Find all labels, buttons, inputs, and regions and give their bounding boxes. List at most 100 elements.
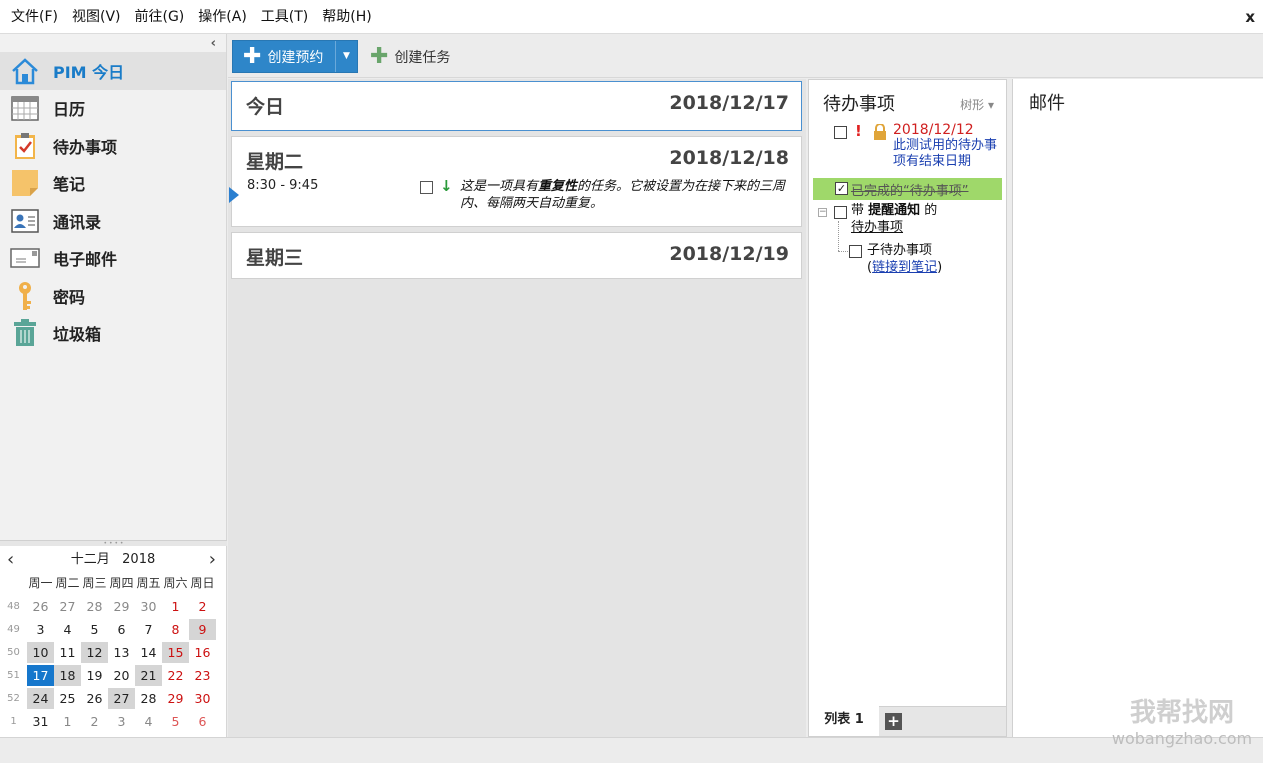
email-icon xyxy=(10,244,40,272)
sidebar-item-pim-today[interactable]: PIM 今日 xyxy=(0,52,226,90)
weekday: 周一 xyxy=(28,576,53,590)
sidebar-item-contacts[interactable]: 通讯录 xyxy=(0,202,226,240)
create-task-button[interactable]: ✚ 创建任务 xyxy=(370,40,450,73)
calendar-day[interactable]: 6 xyxy=(189,711,216,732)
calendar-day[interactable]: 27 xyxy=(108,688,135,709)
week-row: 48 26 27 28 29 30 1 2 xyxy=(0,595,216,618)
calendar-day[interactable]: 28 xyxy=(135,688,162,709)
calendar-day[interactable]: 1 xyxy=(162,596,189,617)
calendar-day[interactable]: 29 xyxy=(162,688,189,709)
calendar-day[interactable]: 9 xyxy=(189,619,216,640)
menu-tools[interactable]: 工具(T) xyxy=(254,0,315,34)
todo-checkbox[interactable] xyxy=(849,245,862,258)
calendar-day[interactable]: 8 xyxy=(162,619,189,640)
view-mode-dropdown[interactable]: 树形 ▾ xyxy=(960,96,994,113)
calendar-day[interactable]: 15 xyxy=(162,642,189,663)
calendar-day[interactable]: 12 xyxy=(81,642,108,663)
weekday: 周六 xyxy=(163,576,188,590)
calendar-day[interactable]: 5 xyxy=(162,711,189,732)
calendar-day[interactable]: 6 xyxy=(108,619,135,640)
todo-item-text: 已完成的“待办事项” xyxy=(851,184,969,199)
sidebar-item-password[interactable]: 密码 xyxy=(0,277,226,315)
day-date: 2018/12/18 xyxy=(669,147,789,169)
calendar-day[interactable]: 24 xyxy=(27,688,54,709)
calendar-day[interactable]: 1 xyxy=(54,711,81,732)
weekday: 周五 xyxy=(136,576,161,590)
create-task-label: 创建任务 xyxy=(394,49,451,66)
calendar-day[interactable]: 18 xyxy=(54,665,81,686)
calendar-day[interactable]: 4 xyxy=(135,711,162,732)
calendar-day[interactable]: 2 xyxy=(189,596,216,617)
day-panel-wednesday[interactable]: 星期三 2018/12/19 xyxy=(231,232,802,279)
calendar-day[interactable]: 2 xyxy=(81,711,108,732)
calendar-day[interactable]: 26 xyxy=(81,688,108,709)
calendar-day[interactable]: 10 xyxy=(27,642,54,663)
todo-checkbox-checked[interactable]: ✓ xyxy=(835,182,848,195)
sidebar-item-email[interactable]: 电子邮件 xyxy=(0,240,226,278)
prev-month-icon[interactable]: ‹ xyxy=(7,546,14,573)
sidebar-item-notes[interactable]: 笔记 xyxy=(0,165,226,203)
todo-item-completed[interactable]: ✓ 已完成的“待办事项” xyxy=(813,178,1002,200)
tab-list-1[interactable]: 列表 1 xyxy=(809,706,879,736)
appointment-description[interactable]: 这是一项具有重复性的任务。它被设置为在接下来的三周内、每隔两天自动重复。 xyxy=(460,178,800,212)
calendar-day[interactable]: 3 xyxy=(108,711,135,732)
create-appointment-button[interactable]: ✚ 创建预约 ▼ xyxy=(232,40,358,73)
calendar-day[interactable]: 31 xyxy=(27,711,54,732)
todo-checkbox[interactable] xyxy=(834,206,847,219)
calendar-day[interactable]: 20 xyxy=(108,665,135,686)
calendar-day[interactable]: 22 xyxy=(162,665,189,686)
menu-go[interactable]: 前往(G) xyxy=(128,0,192,34)
day-date: 2018/12/19 xyxy=(669,243,789,265)
day-panel-today[interactable]: 今日 2018/12/17 xyxy=(231,81,802,131)
calendar-day[interactable]: 11 xyxy=(54,642,81,663)
sidebar: ‹ PIM 今日 日历 待办事项 笔记 通讯录 电子邮件 密码 垃圾箱 xyxy=(0,34,227,540)
todo-item-reminder[interactable]: 带 提醒通知 的 待办事项 xyxy=(851,202,937,236)
calendar-day[interactable]: 29 xyxy=(108,596,135,617)
tree-collapse-icon[interactable]: − xyxy=(818,208,827,217)
appointment-checkbox[interactable] xyxy=(420,181,433,194)
calendar-day[interactable]: 28 xyxy=(81,596,108,617)
calendar-day[interactable]: 5 xyxy=(81,619,108,640)
dropdown-arrow-icon[interactable]: ▼ xyxy=(335,41,357,72)
menu-action[interactable]: 操作(A) xyxy=(191,0,254,34)
calendar-day[interactable]: 16 xyxy=(189,642,216,663)
calendar-day[interactable]: 13 xyxy=(108,642,135,663)
close-icon[interactable]: x xyxy=(1245,0,1255,34)
weekday: 周日 xyxy=(190,576,215,590)
week-row: 52 24 25 26 27 28 29 30 xyxy=(0,687,216,710)
todo-subitem[interactable]: 子待办事项 (链接到笔记) xyxy=(867,242,942,276)
calendar-day[interactable]: 19 xyxy=(81,665,108,686)
calendar-day[interactable]: 27 xyxy=(54,596,81,617)
calendar-day[interactable]: 26 xyxy=(27,596,54,617)
calendar-day-today[interactable]: 17 xyxy=(27,665,54,686)
calendar-day[interactable]: 30 xyxy=(135,596,162,617)
calendar-day[interactable]: 23 xyxy=(189,665,216,686)
week-number: 52 xyxy=(7,693,20,704)
sidebar-item-trash[interactable]: 垃圾箱 xyxy=(0,315,226,353)
week-row: 51 17 18 19 20 21 22 23 xyxy=(0,664,216,687)
watermark-text: 我帮找网 xyxy=(1129,698,1234,728)
calendar-day[interactable]: 4 xyxy=(54,619,81,640)
next-month-icon[interactable]: › xyxy=(209,546,216,573)
add-list-icon[interactable]: + xyxy=(885,713,902,730)
calendar-day[interactable]: 25 xyxy=(54,688,81,709)
calendar-day[interactable]: 14 xyxy=(135,642,162,663)
link-to-note[interactable]: 链接到笔记 xyxy=(872,260,937,275)
calendar-day[interactable]: 30 xyxy=(189,688,216,709)
sidebar-item-calendar[interactable]: 日历 xyxy=(0,90,226,128)
calendar-day[interactable]: 3 xyxy=(27,619,54,640)
appointment-time[interactable]: 8:30 - 9:45 xyxy=(247,178,318,193)
todo-item-due[interactable]: 2018/12/12 此测试用的待办事项有结束日期 xyxy=(893,122,1003,170)
day-view: 今日 2018/12/17 星期二 2018/12/18 8:30 - 9:45… xyxy=(228,79,806,737)
menu-help[interactable]: 帮助(H) xyxy=(315,0,378,34)
day-panel-tuesday[interactable]: 星期二 2018/12/18 8:30 - 9:45 ↓ 这是一项具有重复性的任… xyxy=(229,136,802,227)
todo-checkbox[interactable] xyxy=(834,126,847,139)
calendar-day[interactable]: 7 xyxy=(135,619,162,640)
calendar-day[interactable]: 21 xyxy=(135,665,162,686)
collapse-sidebar-icon[interactable]: ‹ xyxy=(211,36,216,51)
menu-file[interactable]: 文件(F) xyxy=(4,0,65,34)
menu-view[interactable]: 视图(V) xyxy=(65,0,128,34)
weekday-header: 周一 周二 周三 周四 周五 周六 周日 xyxy=(0,572,216,595)
sidebar-item-todo[interactable]: 待办事项 xyxy=(0,127,226,165)
sidebar-item-label: 垃圾箱 xyxy=(53,325,102,345)
